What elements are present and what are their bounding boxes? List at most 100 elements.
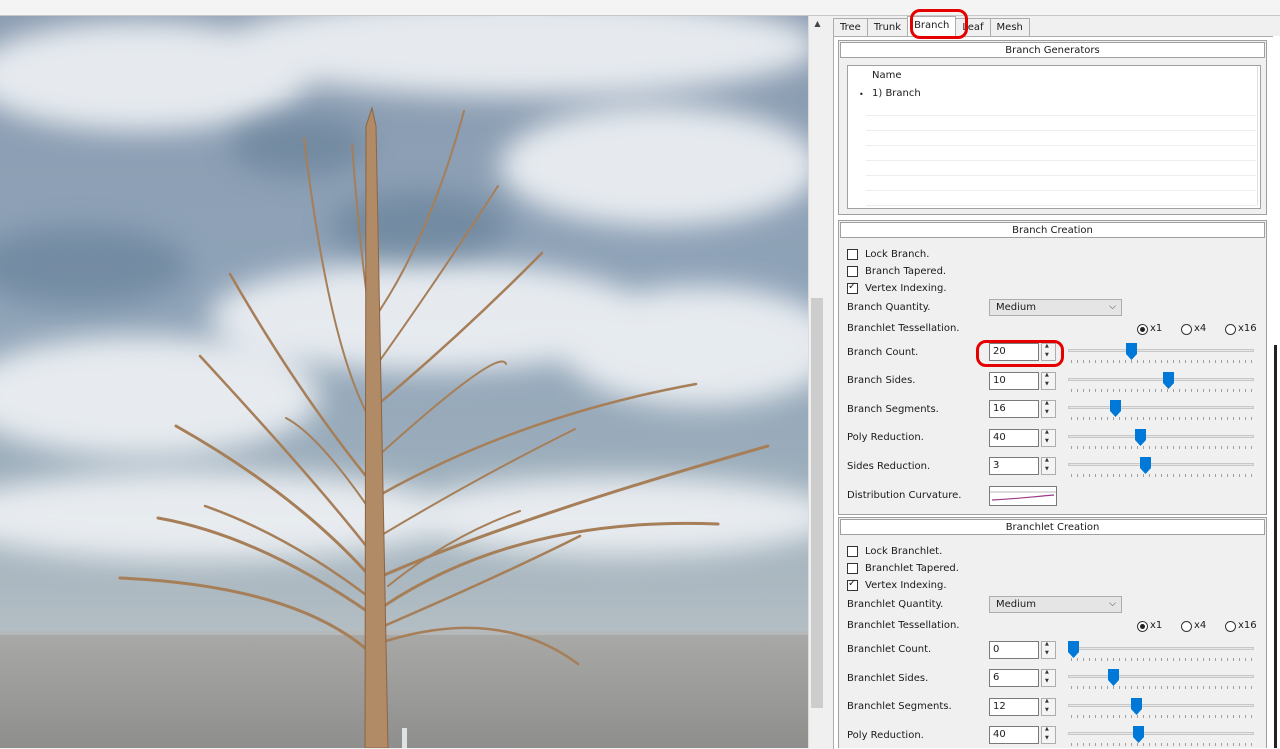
curve-graph bbox=[990, 491, 1056, 501]
branchlet-tapered-checkbox[interactable] bbox=[847, 563, 858, 574]
branchlet-quantity-label: Branchlet Quantity. bbox=[847, 599, 944, 610]
branchlet-segments-slider-track[interactable] bbox=[1068, 704, 1254, 707]
branchlet-tessellation-x1-radio[interactable] bbox=[1137, 621, 1148, 632]
branchlet-sides-slider-thumb[interactable] bbox=[1108, 669, 1120, 686]
branch-quantity-value: Medium bbox=[996, 302, 1036, 313]
panel-scroll-edge bbox=[1274, 345, 1277, 748]
slider-ticks bbox=[1071, 446, 1253, 449]
branch-segments-slider-thumb[interactable] bbox=[1110, 400, 1121, 417]
branchlet-count-stepper[interactable] bbox=[1041, 641, 1056, 659]
sides-reduction-slider-track[interactable] bbox=[1068, 463, 1254, 466]
branchlet-poly-reduction-stepper[interactable] bbox=[1041, 726, 1056, 744]
branchlet-sides-slider-track[interactable] bbox=[1068, 675, 1254, 678]
branchlet-sides-label: Branchlet Sides. bbox=[847, 673, 929, 684]
slider-ticks bbox=[1071, 417, 1253, 420]
branch-segments-input[interactable]: 16 bbox=[989, 400, 1039, 418]
tessellation-x4-radio[interactable] bbox=[1181, 324, 1192, 335]
tessellation-x16-label: x16 bbox=[1238, 323, 1257, 334]
branch-sides-input[interactable]: 10 bbox=[989, 372, 1039, 390]
branchlet-count-label: Branchlet Count. bbox=[847, 644, 932, 655]
poly-reduction-slider-thumb[interactable] bbox=[1134, 429, 1146, 446]
scroll-up-icon[interactable]: ▲ bbox=[809, 16, 826, 32]
tessellation-x16-radio[interactable] bbox=[1225, 324, 1236, 335]
branch-segments-stepper[interactable] bbox=[1041, 400, 1056, 418]
branchlet-count-slider-thumb[interactable] bbox=[1068, 641, 1079, 658]
branchlet-segments-stepper[interactable] bbox=[1041, 698, 1056, 716]
slider-ticks bbox=[1071, 658, 1253, 661]
branchlet-creation-title: Branchlet Creation bbox=[840, 519, 1265, 535]
branch-creation-title: Branch Creation bbox=[840, 222, 1265, 238]
list-grid-line bbox=[866, 100, 1256, 116]
sides-reduction-stepper[interactable] bbox=[1041, 457, 1056, 475]
branch-tapered-checkbox[interactable] bbox=[847, 266, 858, 277]
slider-ticks bbox=[1071, 389, 1253, 392]
branchlet-segments-label: Branchlet Segments. bbox=[847, 701, 952, 712]
branch-count-slider-track[interactable] bbox=[1068, 349, 1254, 352]
branchlet-segments-slider-thumb[interactable] bbox=[1131, 698, 1142, 715]
branchlet-tessellation-x16-label: x16 bbox=[1238, 620, 1257, 631]
branchlet-tessellation-x16-radio[interactable] bbox=[1225, 621, 1236, 632]
bullet-icon: • bbox=[859, 90, 864, 99]
distribution-curvature-editor[interactable] bbox=[989, 486, 1057, 506]
branchlet-count-slider-track[interactable] bbox=[1068, 647, 1254, 650]
poly-reduction-input[interactable]: 40 bbox=[989, 429, 1039, 447]
poly-reduction-label: Poly Reduction. bbox=[847, 432, 924, 443]
tab-trunk[interactable]: Trunk bbox=[866, 18, 909, 36]
branch-quantity-select[interactable]: Medium ⌵ bbox=[989, 299, 1122, 316]
branch-sides-slider-track[interactable] bbox=[1068, 378, 1254, 381]
generators-list[interactable]: Name • 1) Branch bbox=[847, 65, 1261, 209]
branch-sides-slider-thumb[interactable] bbox=[1162, 372, 1174, 389]
branchlet-poly-reduction-slider-thumb[interactable] bbox=[1132, 726, 1144, 743]
branch-count-label: Branch Count. bbox=[847, 347, 919, 358]
chevron-down-icon: ⌵ bbox=[1109, 302, 1116, 312]
branch-sides-stepper[interactable] bbox=[1041, 372, 1056, 390]
scroll-thumb[interactable] bbox=[811, 298, 823, 708]
branchlet-vertex-indexing-checkbox[interactable] bbox=[847, 578, 858, 591]
tessellation-x1-radio[interactable] bbox=[1137, 324, 1148, 335]
list-grid-line bbox=[866, 175, 1256, 191]
branchlet-sides-stepper[interactable] bbox=[1041, 669, 1056, 687]
viewport-scrollbar[interactable]: ▲ bbox=[808, 16, 826, 748]
distribution-curvature-label: Distribution Curvature. bbox=[847, 490, 962, 501]
slider-ticks bbox=[1071, 474, 1253, 477]
branchlet-tessellation-x4-label: x4 bbox=[1194, 620, 1207, 631]
branch-tapered-label: Branch Tapered. bbox=[865, 266, 947, 277]
branch-count-slider-thumb[interactable] bbox=[1125, 343, 1137, 360]
lock-branchlet-label: Lock Branchlet. bbox=[865, 546, 943, 557]
sides-reduction-slider-thumb[interactable] bbox=[1139, 457, 1151, 474]
list-grid-line bbox=[866, 115, 1256, 131]
branchlet-poly-reduction-label: Poly Reduction. bbox=[847, 730, 924, 741]
slider-ticks bbox=[1071, 715, 1253, 718]
branchlet-quantity-value: Medium bbox=[996, 599, 1036, 610]
lock-branch-checkbox[interactable] bbox=[847, 249, 858, 260]
lock-branchlet-checkbox[interactable] bbox=[847, 546, 858, 557]
branch-segments-slider-track[interactable] bbox=[1068, 406, 1254, 409]
lock-branch-label: Lock Branch. bbox=[865, 249, 930, 260]
list-item[interactable]: 1) Branch bbox=[872, 88, 921, 99]
list-grid-line bbox=[866, 130, 1256, 146]
slider-ticks bbox=[1071, 743, 1253, 746]
branchlet-tapered-label: Branchlet Tapered. bbox=[865, 563, 959, 574]
slider-ticks bbox=[1071, 360, 1253, 363]
branch-quantity-label: Branch Quantity. bbox=[847, 302, 931, 313]
branchlet-poly-reduction-slider-track[interactable] bbox=[1068, 732, 1254, 735]
sides-reduction-input[interactable]: 3 bbox=[989, 457, 1039, 475]
branch-segments-label: Branch Segments. bbox=[847, 404, 939, 415]
tab-mesh[interactable]: Mesh bbox=[989, 18, 1030, 36]
branchlet-sides-input[interactable]: 6 bbox=[989, 669, 1039, 687]
vertex-indexing-checkbox[interactable] bbox=[847, 281, 858, 294]
branchlet-quantity-select[interactable]: Medium ⌵ bbox=[989, 596, 1122, 613]
branchlet-tessellation-x4-radio[interactable] bbox=[1181, 621, 1192, 632]
chevron-down-icon: ⌵ bbox=[1109, 599, 1116, 609]
tessellation-x4-label: x4 bbox=[1194, 323, 1207, 334]
branchlet-segments-input[interactable]: 12 bbox=[989, 698, 1039, 716]
tab-tree[interactable]: Tree bbox=[833, 18, 868, 36]
branchlet-count-input[interactable]: 0 bbox=[989, 641, 1039, 659]
sides-reduction-label: Sides Reduction. bbox=[847, 461, 931, 472]
vertex-indexing-label: Vertex Indexing. bbox=[865, 283, 947, 294]
poly-reduction-stepper[interactable] bbox=[1041, 429, 1056, 447]
tree-3d-viewport[interactable] bbox=[0, 16, 808, 748]
branch-count-highlight bbox=[976, 340, 1064, 367]
branchlet-poly-reduction-input[interactable]: 40 bbox=[989, 726, 1039, 744]
poly-reduction-slider-track[interactable] bbox=[1068, 435, 1254, 438]
